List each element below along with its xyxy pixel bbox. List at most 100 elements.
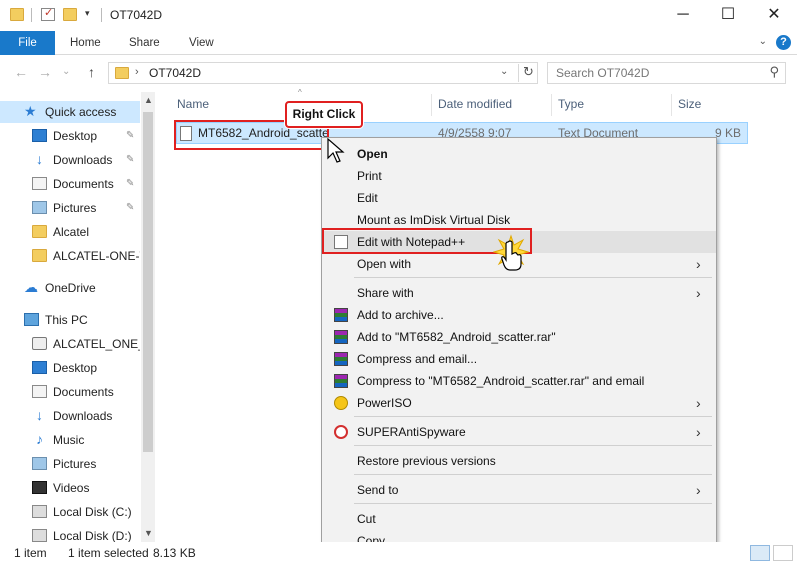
breadcrumb-path[interactable]: OT7042D xyxy=(149,66,201,80)
column-divider[interactable] xyxy=(431,94,432,116)
nav-item-downloads[interactable]: ↓ Downloads ✎ xyxy=(0,149,140,171)
search-box[interactable]: Search OT7042D ⚲ xyxy=(547,62,786,84)
nav-item-onedrive[interactable]: ☁ OneDrive xyxy=(0,277,140,299)
maximize-button[interactable]: ☐ xyxy=(705,0,751,30)
menu-item-label: Open xyxy=(357,147,388,161)
menu-item-add-to-rar[interactable]: Add to "MT6582_Android_scatter.rar" xyxy=(322,326,716,348)
submenu-arrow-icon: › xyxy=(696,395,701,411)
nav-item-videos[interactable]: Videos xyxy=(0,477,140,499)
poweriso-icon xyxy=(334,396,348,410)
menu-item-add-to-archive[interactable]: Add to archive... xyxy=(322,304,716,326)
new-folder-icon[interactable] xyxy=(63,8,77,21)
menu-item-label: Cut xyxy=(357,512,376,526)
menu-item-print[interactable]: Print xyxy=(322,165,716,187)
menu-item-label: PowerISO xyxy=(357,396,412,410)
folder-icon xyxy=(32,249,47,262)
large-icons-view-button[interactable] xyxy=(773,545,793,561)
disk-icon xyxy=(32,529,47,542)
menu-item-label: Restore previous versions xyxy=(357,454,496,468)
column-header-date[interactable]: Date modified xyxy=(438,94,512,114)
scroll-down-icon[interactable]: ▼ xyxy=(144,528,153,538)
music-icon: ♪ xyxy=(36,431,43,447)
menu-item-restore-previous-versions[interactable]: Restore previous versions xyxy=(322,450,716,472)
folder-icon xyxy=(32,225,47,238)
nav-item-pictures[interactable]: Pictures ✎ xyxy=(0,197,140,219)
menu-item-label: Add to "MT6582_Android_scatter.rar" xyxy=(357,330,556,344)
close-button[interactable]: ✕ xyxy=(751,0,797,30)
mouse-pointer-icon xyxy=(327,138,345,163)
menu-item-label: Add to archive... xyxy=(357,308,444,322)
forward-button[interactable]: → xyxy=(38,64,52,80)
address-dropdown-icon[interactable]: ⌄ xyxy=(500,66,508,77)
nav-item-pc-downloads[interactable]: ↓ Downloads xyxy=(0,405,140,427)
column-divider[interactable] xyxy=(671,94,672,116)
breadcrumb-chevron-icon[interactable]: › xyxy=(135,66,139,78)
nav-item-label: Local Disk (C:) xyxy=(53,505,132,519)
column-header-name[interactable]: Name xyxy=(177,94,209,114)
back-button[interactable]: ← xyxy=(14,64,28,80)
nav-item-label: Documents xyxy=(53,177,114,191)
recent-locations-button[interactable]: ⌄ xyxy=(62,66,70,77)
details-view-button[interactable] xyxy=(750,545,770,561)
nav-item-label: ALCATEL-ONE-T xyxy=(53,249,140,263)
menu-item-superantispyware[interactable]: SUPERAntiSpyware › xyxy=(322,421,716,443)
scrollbar-thumb[interactable] xyxy=(143,112,153,452)
menu-item-share-with[interactable]: Share with › xyxy=(322,282,716,304)
menu-separator xyxy=(354,503,712,504)
up-button[interactable]: ↑ xyxy=(88,64,95,80)
column-header-type[interactable]: Type xyxy=(558,94,584,114)
refresh-button[interactable]: ↻ xyxy=(518,64,538,82)
file-size: 9 KB xyxy=(714,126,741,140)
menu-item-send-to[interactable]: Send to › xyxy=(322,479,716,501)
nav-item-pc-desktop[interactable]: Desktop xyxy=(0,357,140,379)
menu-item-open[interactable]: Open xyxy=(322,143,716,165)
folder-icon xyxy=(115,67,129,79)
nav-item-pc-pictures[interactable]: Pictures xyxy=(0,453,140,475)
nav-item-desktop[interactable]: Desktop ✎ xyxy=(0,125,140,147)
tab-view[interactable]: View xyxy=(175,31,228,55)
menu-item-cut[interactable]: Cut xyxy=(322,508,716,530)
sort-indicator-icon: ^ xyxy=(298,88,302,97)
nav-item-this-pc[interactable]: This PC xyxy=(0,309,140,331)
pin-icon: ✎ xyxy=(126,130,135,141)
nav-item-documents[interactable]: Documents ✎ xyxy=(0,173,140,195)
navigation-pane: ★ Quick access Desktop ✎ ↓ Downloads ✎ D… xyxy=(0,92,155,543)
status-bar: 1 item 1 item selected 8.13 KB xyxy=(0,542,797,565)
menu-separator xyxy=(354,445,712,446)
nav-item-local-disk-c[interactable]: Local Disk (C:) xyxy=(0,501,140,523)
nav-item-quick-access[interactable]: ★ Quick access xyxy=(0,101,140,123)
menu-item-compress-to-rar-email[interactable]: Compress to "MT6582_Android_scatter.rar"… xyxy=(322,370,716,392)
minimize-button[interactable]: ─ xyxy=(660,0,706,30)
help-icon[interactable]: ? xyxy=(776,35,791,50)
winrar-icon xyxy=(334,352,348,366)
title-bar: ▾ OT7042D ─ ☐ ✕ xyxy=(0,0,797,31)
nav-item-label: Desktop xyxy=(53,361,98,375)
menu-item-label: Edit xyxy=(357,191,378,205)
nav-item-pc-documents[interactable]: Documents xyxy=(0,381,140,403)
nav-item-alcatel[interactable]: Alcatel xyxy=(0,221,140,243)
tab-share[interactable]: Share xyxy=(115,31,174,55)
nav-item-alcatel-device[interactable]: ALCATEL_ONE_T xyxy=(0,333,140,355)
pictures-icon xyxy=(32,201,47,214)
properties-icon[interactable] xyxy=(41,6,55,21)
scroll-up-icon[interactable]: ▲ xyxy=(144,95,153,105)
nav-item-music[interactable]: ♪ Music xyxy=(0,429,140,451)
menu-item-compress-email[interactable]: Compress and email... xyxy=(322,348,716,370)
expand-ribbon-icon[interactable]: ⌄ xyxy=(759,36,767,47)
nav-pane-scrollbar[interactable]: ▲ ▼ xyxy=(141,92,155,542)
address-bar[interactable]: › OT7042D ⌄ ↻ xyxy=(108,62,538,84)
nav-item-label: OneDrive xyxy=(45,281,96,295)
onedrive-icon: ☁ xyxy=(24,279,38,295)
tab-file[interactable]: File xyxy=(0,31,55,55)
column-divider[interactable] xyxy=(551,94,552,116)
search-input[interactable]: Search OT7042D xyxy=(556,66,649,80)
column-header-size[interactable]: Size xyxy=(678,94,701,114)
menu-item-poweriso[interactable]: PowerISO › xyxy=(322,392,716,414)
nav-item-label: Alcatel xyxy=(53,225,90,239)
menu-item-label: Compress to "MT6582_Android_scatter.rar"… xyxy=(357,374,645,388)
customize-toolbar-dropdown[interactable]: ▾ xyxy=(85,8,90,19)
nav-item-alcatel-one-t[interactable]: ALCATEL-ONE-T xyxy=(0,245,140,267)
search-icon[interactable]: ⚲ xyxy=(769,64,779,80)
menu-item-edit[interactable]: Edit xyxy=(322,187,716,209)
tab-home[interactable]: Home xyxy=(56,31,115,55)
